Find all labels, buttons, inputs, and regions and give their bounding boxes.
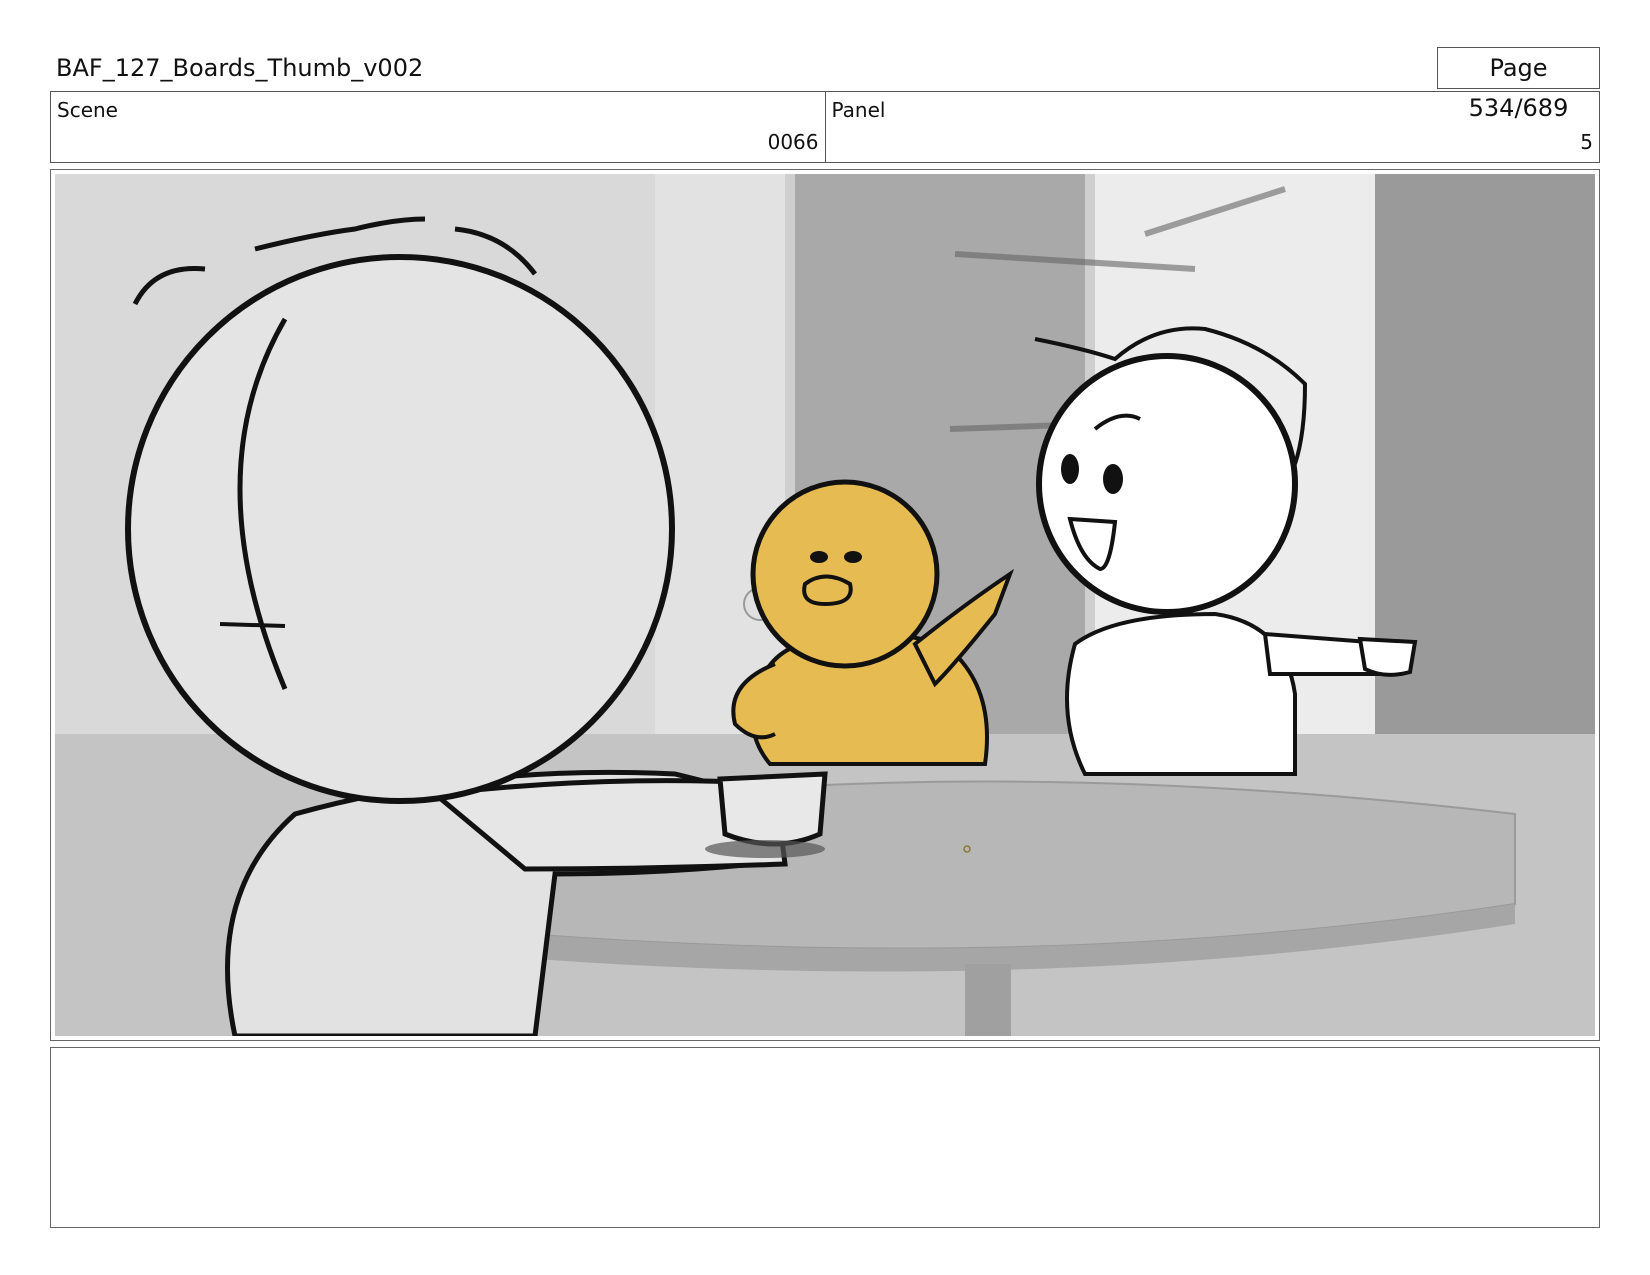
scene-label: Scene: [57, 98, 118, 122]
right-cup: [1357, 636, 1418, 677]
left-saucer: [705, 840, 825, 858]
doorway: [655, 174, 785, 734]
panel-cell: Panel 5: [824, 92, 1600, 162]
scene-panel-header: Scene 0066 Panel 5: [50, 91, 1600, 163]
duck-eye-left: [810, 551, 828, 563]
storyboard-frame: [50, 169, 1600, 1041]
duck-eye-right: [844, 551, 862, 563]
scene-number: 0066: [767, 130, 819, 154]
notes-box: [50, 1047, 1600, 1228]
document-title: BAF_127_Boards_Thumb_v002: [56, 54, 424, 82]
right-character-eye-left: [1061, 454, 1079, 484]
panel-number: 5: [1580, 130, 1593, 154]
duck-head: [750, 479, 940, 669]
table-leg: [965, 964, 1011, 1036]
panel-label: Panel: [831, 98, 886, 122]
duck-beak: [802, 574, 853, 607]
page-indicator: Page 534/689: [1437, 47, 1600, 122]
storyboard-drawing: [55, 174, 1595, 1036]
left-cup: [717, 771, 828, 847]
right-character-body: [1065, 611, 1297, 776]
right-character-eye-right: [1103, 464, 1123, 494]
left-character-head: [125, 254, 675, 804]
right-character-head: [1036, 353, 1298, 615]
scene-cell: Scene 0066: [51, 92, 825, 162]
left-character-cross: [219, 622, 286, 628]
